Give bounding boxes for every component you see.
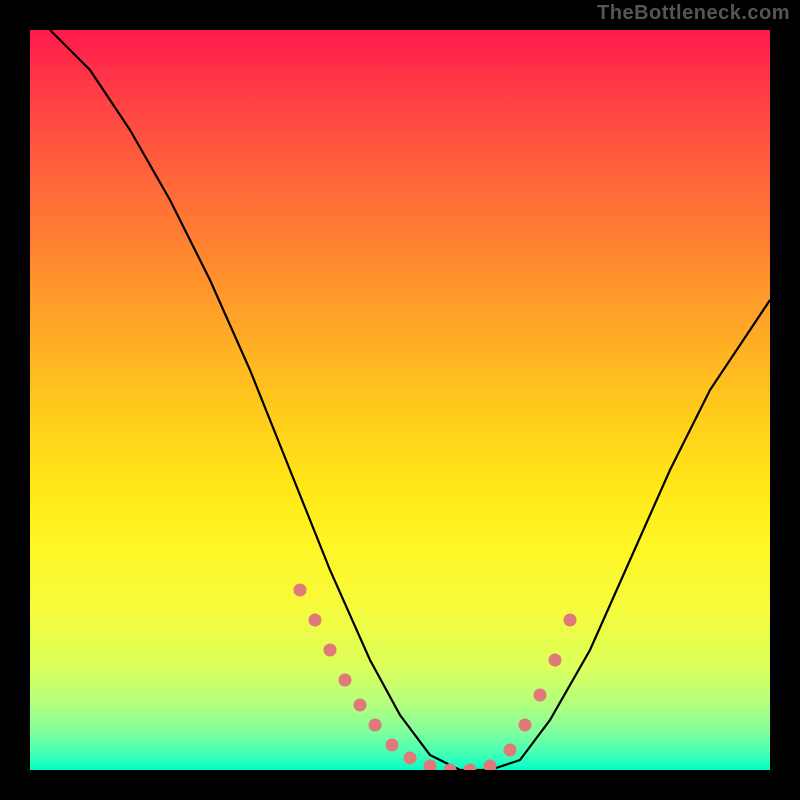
marker-dot: [504, 744, 517, 757]
marker-dot: [484, 760, 497, 771]
marker-dot: [339, 674, 352, 687]
marker-dot: [404, 752, 417, 765]
marker-dot: [369, 719, 382, 732]
chart-frame: TheBottleneck.com: [0, 0, 800, 800]
bottleneck-curve-path: [50, 30, 770, 770]
marker-dot: [464, 764, 477, 771]
curve-svg: [30, 30, 770, 770]
marker-dot: [386, 739, 399, 752]
marker-dot: [534, 689, 547, 702]
plot-area: [30, 30, 770, 770]
marker-dot: [549, 654, 562, 667]
marker-dot: [294, 584, 307, 597]
marker-dot: [444, 764, 457, 771]
marker-dot: [564, 614, 577, 627]
watermark-text: TheBottleneck.com: [597, 2, 790, 25]
marker-dot: [519, 719, 532, 732]
marker-dot: [354, 699, 367, 712]
marker-dot: [424, 760, 437, 771]
marker-dot: [324, 644, 337, 657]
marker-dot: [309, 614, 322, 627]
